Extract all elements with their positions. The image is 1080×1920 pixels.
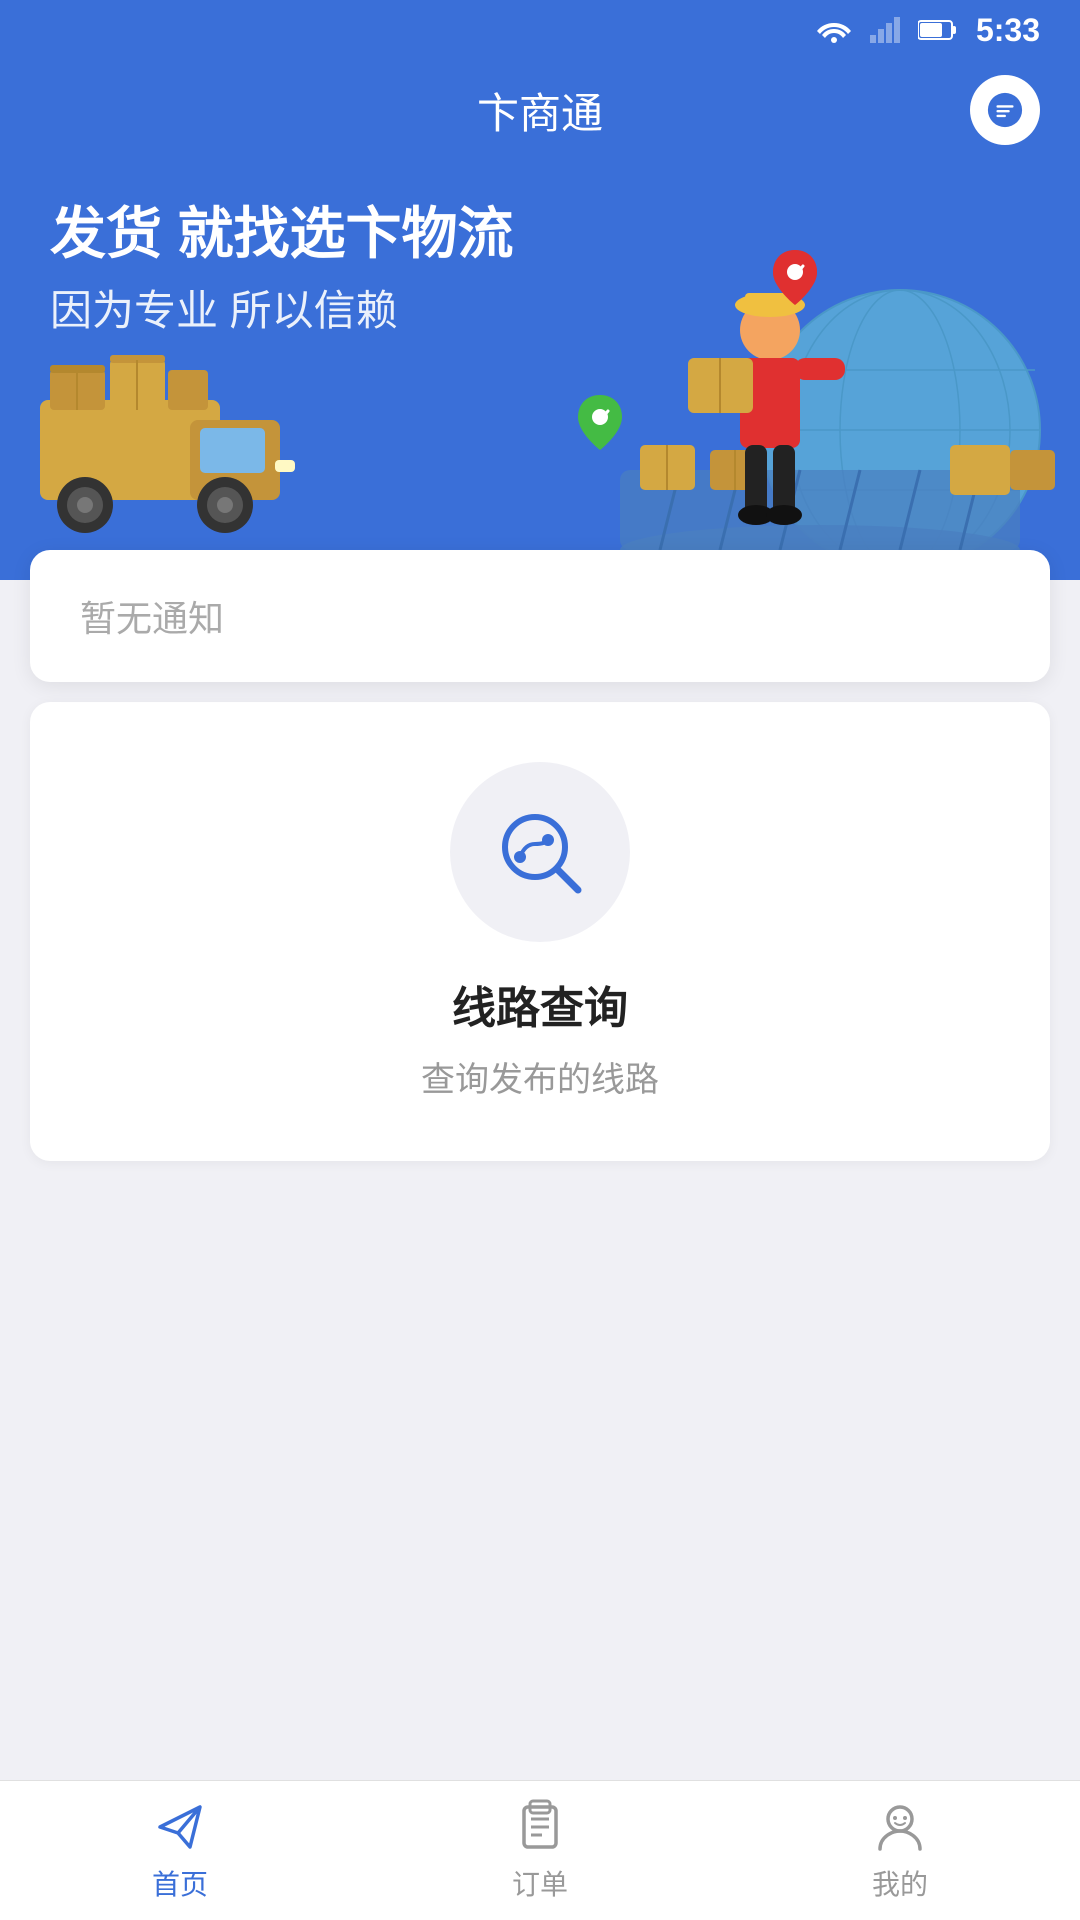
route-search-icon: [490, 802, 590, 902]
wifi-icon: [816, 17, 852, 43]
status-time: 5:33: [976, 12, 1040, 49]
nav-orders-label: 订单: [512, 1863, 568, 1903]
notification-text: 暂无通知: [80, 598, 224, 639]
feature-card[interactable]: 线路查询 查询发布的线路: [30, 702, 1050, 1161]
bottom-nav: 首页 订单 我的: [0, 1780, 1080, 1920]
nav-mine-label: 我的: [872, 1863, 928, 1903]
feature-description: 查询发布的线路: [421, 1052, 659, 1101]
status-bar: 5:33: [0, 0, 1080, 60]
battery-icon: [918, 19, 958, 41]
message-button[interactable]: [970, 75, 1040, 145]
app-title: 卞商通: [477, 80, 603, 141]
app-header: 卞商通: [0, 60, 1080, 160]
mine-nav-icon: [872, 1799, 928, 1855]
nav-item-orders[interactable]: 订单: [440, 1799, 640, 1903]
main-content: 暂无通知 线路查询 查询发布的线路: [0, 550, 1080, 1341]
nav-item-mine[interactable]: 我的: [800, 1799, 1000, 1903]
globe-illustration: [540, 250, 1060, 580]
orders-nav-icon: [512, 1799, 568, 1855]
notification-bar: 暂无通知: [30, 550, 1050, 682]
truck-illustration: [30, 340, 310, 560]
nav-home-label: 首页: [152, 1863, 208, 1903]
nav-item-home[interactable]: 首页: [80, 1799, 280, 1903]
feature-icon-circle: [450, 762, 630, 942]
signal-icon: [870, 17, 900, 43]
feature-title: 线路查询: [452, 972, 628, 1036]
banner: 发货 就找选卞物流 因为专业 所以信赖: [0, 160, 1080, 580]
home-nav-icon: [152, 1799, 208, 1855]
